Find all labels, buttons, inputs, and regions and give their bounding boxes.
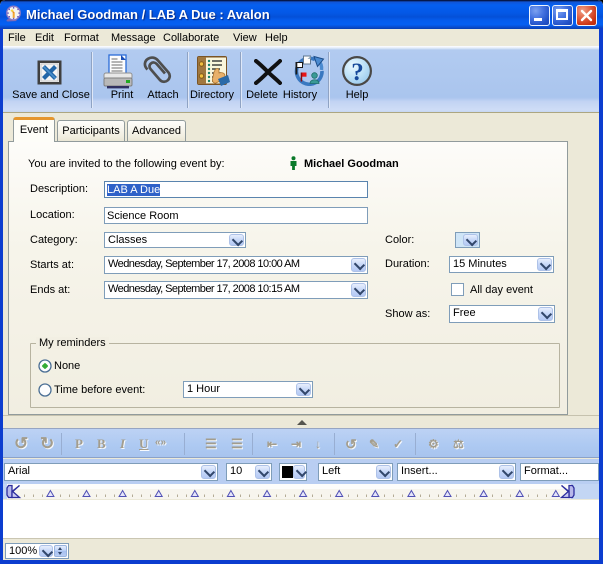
svg-text:?: ? — [351, 59, 364, 86]
